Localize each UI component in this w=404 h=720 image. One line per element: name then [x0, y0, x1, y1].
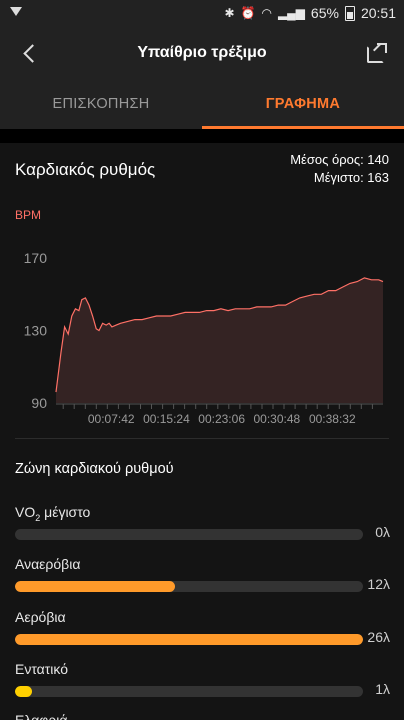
signal-icon: ▂▄▆ — [277, 6, 305, 20]
zone-track — [15, 686, 363, 697]
status-bar: ✱ ⏰ ◠ ▂▄▆ 65% 20:51 — [0, 0, 404, 28]
chart-ylabel: BPM — [15, 208, 41, 222]
zone-track — [15, 634, 363, 645]
chart-ytick-label: 90 — [31, 395, 47, 411]
zone-intensive: Εντατικό 1λ — [15, 661, 390, 701]
zone-aerobic: Αερόβια 26λ — [15, 609, 390, 649]
tab-chart[interactable]: ΓΡΑΦΗΜΑ — [202, 80, 404, 129]
tab-bar: ΕΠΙΣΚΟΠΗΣΗ ΓΡΑΦΗΜΑ — [0, 80, 404, 129]
zone-label: Αερόβια — [15, 609, 66, 625]
heart-rate-title: Καρδιακός ρυθμός — [15, 160, 156, 179]
share-icon[interactable] — [366, 42, 387, 63]
page-title: Υπαίθριο τρέξιμο — [137, 44, 267, 61]
app-bar: Υπαίθριο τρέξιμο — [0, 28, 404, 80]
zone-track — [15, 529, 363, 540]
zone-label: VO2 μέγιστο — [15, 504, 91, 523]
chart-xtick-label: 00:07:42 — [88, 412, 135, 426]
heart-rate-average: Μέσος όρος: 140 — [290, 152, 389, 167]
clock: 20:51 — [360, 5, 396, 21]
zone-light-partial: Ελαφριά — [15, 712, 68, 720]
heart-rate-chart: BPM 170 130 90 00:07:42 00:15:24 00:23:06 00:30… — [15, 208, 384, 426]
chart-xtick-label: 00:15:24 — [143, 412, 190, 426]
chart-divider — [15, 438, 389, 439]
alarm-icon: ⏰ — [240, 6, 256, 20]
zone-count: 12λ — [367, 576, 390, 592]
zone-vo2max: VO2 μέγιστο 0λ — [15, 504, 390, 544]
zone-count: 0λ — [375, 524, 390, 540]
chart-xtick-label: 00:38:32 — [309, 412, 356, 426]
zone-label: Αναερόβια — [15, 556, 81, 572]
chart-area — [56, 277, 383, 403]
battery-percent: 65% — [310, 5, 339, 21]
zone-bar — [15, 686, 33, 697]
zone-count: 1λ — [375, 681, 390, 697]
heart-rate-max: Μέγιστο: 163 — [313, 170, 389, 185]
chart-ytick-label: 170 — [24, 250, 48, 266]
zone-label: Εντατικό — [15, 661, 69, 677]
tab-overview[interactable]: ΕΠΙΣΚΟΠΗΣΗ — [0, 80, 202, 129]
chart-ytick-label: 130 — [24, 323, 48, 339]
heart-rate-stats: Μέσος όρος: 140 Μέγιστο: 163 — [290, 151, 389, 187]
zone-bar — [15, 581, 176, 592]
battery-icon — [344, 5, 355, 21]
zones-title: Ζώνη καρδιακού ρυθμού — [15, 461, 174, 477]
zone-track — [15, 581, 363, 592]
wifi-icon: ◠ — [261, 6, 272, 20]
chart-xtick-label: 00:23:06 — [198, 412, 245, 426]
section-divider — [0, 129, 404, 143]
notification-icon — [10, 7, 22, 16]
zone-count: 26λ — [367, 629, 390, 645]
chart-xtick-label: 00:30:48 — [254, 412, 301, 426]
zone-bar — [15, 634, 363, 645]
zone-anaerobic: Αναερόβια 12λ — [15, 556, 390, 596]
bluetooth-icon: ✱ — [224, 6, 235, 20]
